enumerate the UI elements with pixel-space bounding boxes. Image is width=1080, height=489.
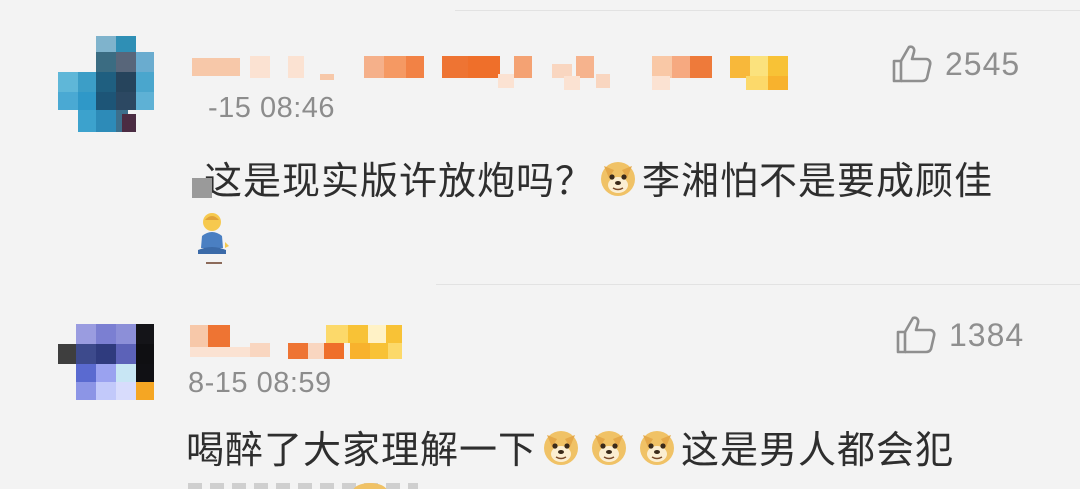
comment-text: 这是现实版许放炮吗？ 李湘怕不是要成顾佳	[192, 150, 993, 205]
username-redacted[interactable]	[190, 325, 420, 359]
redacted-char	[192, 177, 212, 198]
comment-text-part2: 李湘怕不是要成顾佳	[642, 161, 994, 203]
comment-item: -15 08:46 2545 这是现实版许放炮吗？ 李湘怕不是要成顾佳	[0, 0, 1080, 284]
comment-text-part1: 喝醉了大家理解一下	[186, 430, 538, 472]
user-avatar[interactable]	[58, 36, 154, 132]
like-count: 2545	[945, 45, 1021, 82]
doge-emoji-icon	[353, 483, 387, 489]
thumbs-up-icon	[892, 45, 932, 83]
doge-emoji-icon	[544, 430, 579, 465]
username-redacted[interactable]	[192, 56, 792, 90]
thumbs-up-icon	[896, 316, 936, 354]
comment-text-part2: 这是男人都会犯	[681, 430, 955, 472]
user-avatar[interactable]	[58, 324, 154, 420]
comment-feed: -15 08:46 2545 这是现实版许放炮吗？ 李湘怕不是要成顾佳 8-15…	[0, 0, 1080, 489]
like-count: 1384	[949, 316, 1025, 353]
doge-emoji-icon	[592, 430, 627, 465]
like-button[interactable]: 1384	[895, 315, 1024, 355]
comment-timestamp: 8-15 08:59	[188, 367, 332, 399]
comment-item: 8-15 08:59 1384 喝醉了大家理解一下 这是男人都会犯	[0, 285, 1080, 489]
like-button[interactable]: 2545	[891, 44, 1020, 84]
doge-emoji-icon	[601, 161, 636, 196]
comment-text-part1: 这是现实版许放炮吗？	[204, 161, 595, 203]
doge-emoji-icon	[640, 430, 675, 465]
meditating-person-emoji-icon	[198, 213, 229, 264]
comment-timestamp: -15 08:46	[208, 92, 336, 124]
comment-text: 喝醉了大家理解一下 这是男人都会犯	[186, 419, 954, 474]
